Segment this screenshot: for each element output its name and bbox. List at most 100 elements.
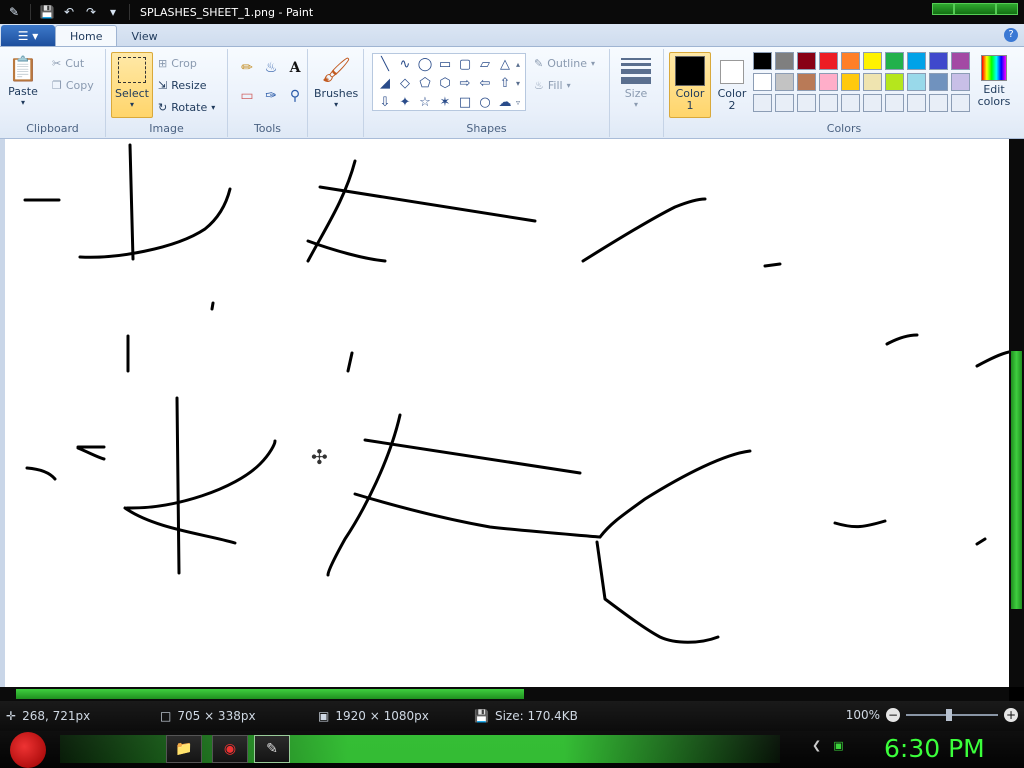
palette-swatch[interactable] [819,73,838,91]
start-button[interactable] [10,732,46,768]
polygon-shape-icon[interactable]: ▱ [475,55,495,74]
fill-button[interactable]: ♨ Fill ▾ [534,79,571,92]
oval-callout-shape-icon[interactable]: ○ [475,93,495,112]
shapes-scroll[interactable]: ▴ ▾ ▿ [516,55,520,112]
paint-taskbar-icon[interactable]: ✎ [254,735,290,763]
palette-swatch[interactable] [929,52,948,70]
vertical-scrollbar[interactable] [1009,139,1024,687]
palette-swatch[interactable] [775,52,794,70]
palette-swatch[interactable] [753,73,772,91]
cloud-callout-shape-icon[interactable]: ☁ [495,93,515,112]
palette-swatch[interactable] [907,52,926,70]
palette-swatch[interactable] [885,94,904,112]
redo-icon[interactable]: ↷ [81,3,101,21]
down-arrow-shape-icon[interactable]: ⇩ [375,93,395,112]
copy-button[interactable]: ❐ Copy [52,79,94,92]
palette-swatch[interactable] [797,52,816,70]
palette-swatch[interactable] [951,94,970,112]
right-arrow-shape-icon[interactable]: ⇨ [455,74,475,93]
palette-swatch[interactable] [797,73,816,91]
resize-button[interactable]: ⇲ Resize [158,79,206,92]
zoom-out-button[interactable]: − [886,708,900,722]
oval-shape-icon[interactable]: ◯ [415,55,435,74]
cut-button[interactable]: ✂ Cut [52,57,84,70]
color1-button[interactable]: Color 1 [669,52,711,118]
save-icon[interactable]: 💾 [37,3,57,21]
palette-swatch[interactable] [775,73,794,91]
palette-swatch[interactable] [863,52,882,70]
customize-qat-icon[interactable]: ▾ [103,3,123,21]
four-point-star-shape-icon[interactable]: ✦ [395,93,415,112]
tab-view[interactable]: View [117,26,171,46]
taskbar-clock[interactable]: 6:30 PM [884,734,985,763]
right-triangle-shape-icon[interactable]: ◢ [375,74,395,93]
palette-swatch[interactable] [863,73,882,91]
paint-menu-button[interactable]: ☰ ▾ [1,25,55,46]
horizontal-scroll-thumb[interactable] [16,689,524,699]
vertical-scroll-thumb[interactable] [1011,351,1022,609]
minimize-button[interactable] [932,3,954,15]
palette-swatch[interactable] [819,94,838,112]
brushes-button[interactable]: 🖌 Brushes ▾ [314,53,358,109]
color-picker-icon[interactable]: ✑ [260,85,282,107]
select-button[interactable]: Select ▾ [111,52,153,118]
magnifier-icon[interactable]: ⚲ [284,85,306,107]
hexagon-shape-icon[interactable]: ⬡ [435,74,455,93]
palette-swatch[interactable] [951,52,970,70]
file-explorer-taskbar-icon[interactable]: 📁 [166,735,202,763]
close-button[interactable] [996,3,1018,15]
rotate-button[interactable]: ↻ Rotate ▾ [158,101,215,114]
five-point-star-shape-icon[interactable]: ☆ [415,93,435,112]
undo-icon[interactable]: ↶ [59,3,79,21]
palette-swatch[interactable] [841,73,860,91]
drawing-canvas[interactable]: ✣ [5,139,1009,687]
rect-callout-shape-icon[interactable]: □ [455,93,475,112]
palette-swatch[interactable] [753,94,772,112]
line-shape-icon[interactable]: ╲ [375,55,395,74]
curve-shape-icon[interactable]: ∿ [395,55,415,74]
palette-swatch[interactable] [885,73,904,91]
palette-swatch[interactable] [819,52,838,70]
rounded-rectangle-shape-icon[interactable]: ▢ [455,55,475,74]
outline-button[interactable]: ✎ Outline ▾ [534,57,595,70]
color2-button[interactable]: Color 2 [714,52,750,118]
fill-bucket-icon[interactable]: ♨ [260,57,282,79]
palette-swatch[interactable] [863,94,882,112]
tray-expand-icon[interactable]: ❮ [812,739,821,752]
palette-swatch[interactable] [929,73,948,91]
paint-app-icon[interactable]: ✎ [4,3,24,21]
tab-home[interactable]: Home [55,25,118,46]
six-point-star-shape-icon[interactable]: ✶ [435,93,455,112]
horizontal-scrollbar[interactable] [0,687,1009,701]
palette-swatch[interactable] [753,52,772,70]
palette-swatch[interactable] [951,73,970,91]
chrome-taskbar-icon[interactable]: ◉ [212,735,248,763]
palette-swatch[interactable] [907,94,926,112]
text-icon[interactable]: A [284,57,306,79]
paste-button[interactable]: 📋 Paste ▾ [8,53,38,107]
diamond-shape-icon[interactable]: ◇ [395,74,415,93]
pencil-icon[interactable]: ✏ [236,57,258,79]
zoom-slider-knob[interactable] [946,709,952,721]
crop-button[interactable]: ⊞ Crop [158,57,197,70]
palette-swatch[interactable] [907,73,926,91]
network-icon[interactable]: ▣ [833,739,843,752]
eraser-icon[interactable]: ▭ [236,85,258,107]
triangle-shape-icon[interactable]: △ [495,55,515,74]
palette-swatch[interactable] [841,94,860,112]
help-icon[interactable]: ? [1004,28,1018,42]
zoom-in-button[interactable]: + [1004,708,1018,722]
pentagon-shape-icon[interactable]: ⬠ [415,74,435,93]
zoom-slider[interactable] [906,709,998,721]
edit-colors-button[interactable]: Edit colors [976,55,1012,108]
rectangle-shape-icon[interactable]: ▭ [435,55,455,74]
palette-swatch[interactable] [775,94,794,112]
palette-swatch[interactable] [841,52,860,70]
maximize-button[interactable] [954,3,996,15]
palette-swatch[interactable] [929,94,948,112]
palette-swatch[interactable] [797,94,816,112]
size-button[interactable]: Size ▾ [620,55,652,109]
up-arrow-shape-icon[interactable]: ⇧ [495,74,515,93]
palette-swatch[interactable] [885,52,904,70]
left-arrow-shape-icon[interactable]: ⇦ [475,74,495,93]
